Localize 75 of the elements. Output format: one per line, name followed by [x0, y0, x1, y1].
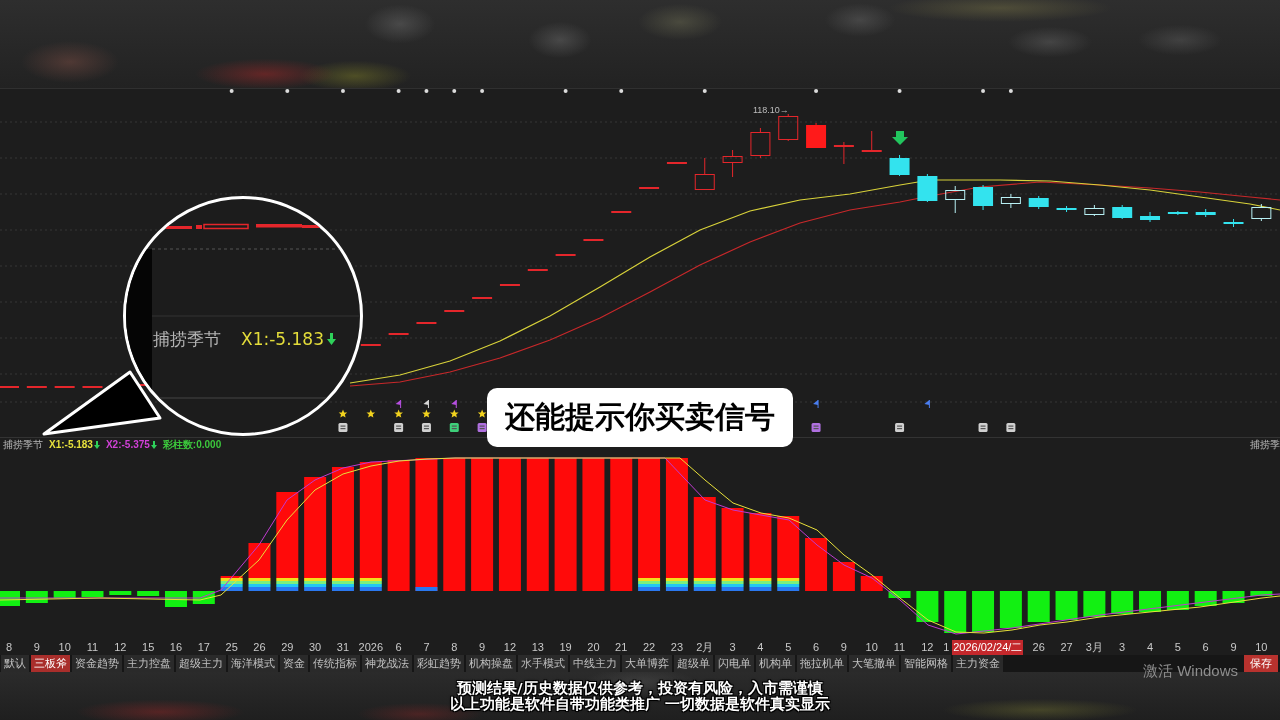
tab[interactable]: 海洋模式 — [228, 655, 278, 672]
tab[interactable]: 拖拉机单 — [797, 655, 847, 672]
date-label: 5 — [785, 641, 792, 654]
date-label: 8 — [5, 641, 13, 654]
date-label: 6 — [395, 641, 402, 654]
date-label: 3 — [729, 641, 736, 654]
date-label: 6 — [812, 641, 820, 654]
cursor-date-label: 2026/02/24/二 — [952, 640, 1024, 655]
tab[interactable]: 中线主力 — [570, 655, 620, 672]
date-label: 1 — [943, 641, 950, 654]
date-label: 21 — [615, 641, 628, 654]
tab[interactable]: 神龙战法 — [362, 655, 412, 672]
tab[interactable]: 智能网格 — [901, 655, 951, 672]
date-label: 4 — [1146, 641, 1154, 654]
date-label: 10 — [58, 641, 71, 654]
indicator-reading: 彩柱数:0.000 — [162, 438, 222, 451]
date-label: 27 — [1060, 641, 1073, 654]
indicator-name: 捕捞季 — [1250, 438, 1280, 451]
date-label: 20 — [587, 641, 600, 654]
tab[interactable]: 机构操盘 — [466, 655, 516, 672]
activation-notice: 激活 Windows — [1143, 662, 1239, 681]
tab[interactable]: 水手模式 — [518, 655, 568, 672]
date-label: 10 — [1255, 641, 1268, 654]
date-label: 26 — [253, 641, 266, 654]
tab[interactable]: 资金趋势 — [72, 655, 122, 672]
date-label: 15 — [142, 641, 155, 654]
indicator-name: 捕捞季节 — [3, 438, 43, 451]
tab[interactable]: 闪电单 — [715, 655, 754, 672]
tab[interactable]: 三板斧 — [31, 655, 70, 672]
date-label: 2月 — [696, 641, 714, 654]
save-button[interactable]: 保存 — [1244, 655, 1278, 672]
date-label: 12 — [114, 641, 127, 654]
date-label: 4 — [757, 641, 764, 654]
date-label: 10 — [865, 641, 878, 654]
date-label: 13 — [531, 641, 544, 654]
date-label: 8 — [451, 641, 458, 654]
indicator-reading: X2:-5.375 — [105, 438, 150, 451]
date-label: 9 — [33, 641, 40, 654]
tab[interactable]: 彩虹趋势 — [414, 655, 464, 672]
date-label: 9 — [1230, 641, 1237, 654]
date-label: 9 — [479, 641, 486, 654]
date-label: 16 — [169, 641, 183, 654]
tab[interactable]: 资金 — [280, 655, 308, 672]
date-label: 26 — [1032, 641, 1045, 654]
tab[interactable]: 主力资金 — [953, 655, 1003, 672]
date-label: 17 — [197, 641, 210, 654]
tab[interactable]: 超级单 — [674, 655, 713, 672]
date-label: 25 — [225, 641, 238, 654]
tab[interactable]: 传统指标 — [310, 655, 360, 672]
disclaimer-caption: 预测结果/历史数据仅供参考，投资有风险，入市需谨慎 — [457, 680, 823, 696]
tab[interactable]: 大单博弈 — [622, 655, 672, 672]
tab[interactable]: 主力控盘 — [124, 655, 174, 672]
tab[interactable]: 机构单 — [756, 655, 795, 672]
date-label: 31 — [336, 641, 350, 654]
date-label: 3 — [1119, 641, 1126, 654]
date-label: 29 — [281, 641, 294, 654]
date-label: 2026 — [358, 641, 384, 654]
date-label: 9 — [840, 641, 847, 654]
date-label: 11 — [86, 641, 99, 654]
date-label: 19 — [559, 641, 572, 654]
tab[interactable]: 大笔撤单 — [849, 655, 899, 672]
disclaimer-caption: 以上功能是软件自带功能类推广 一切数据是软件真实显示 — [449, 696, 831, 712]
indicator-reading: X1:-5.183 — [49, 438, 93, 451]
date-label: 7 — [423, 641, 430, 654]
date-label: 22 — [642, 641, 656, 654]
date-label: 12 — [503, 641, 517, 654]
tab[interactable]: 默认 — [1, 655, 29, 672]
date-label: 23 — [670, 641, 683, 654]
date-label: 11 — [893, 641, 906, 654]
date-label: 30 — [309, 641, 322, 654]
date-label: 6 — [1202, 641, 1209, 654]
date-label: 5 — [1174, 641, 1181, 654]
tab[interactable]: 超级主力 — [176, 655, 226, 672]
date-label: 12 — [921, 641, 934, 654]
date-label: 3月 — [1085, 641, 1103, 654]
